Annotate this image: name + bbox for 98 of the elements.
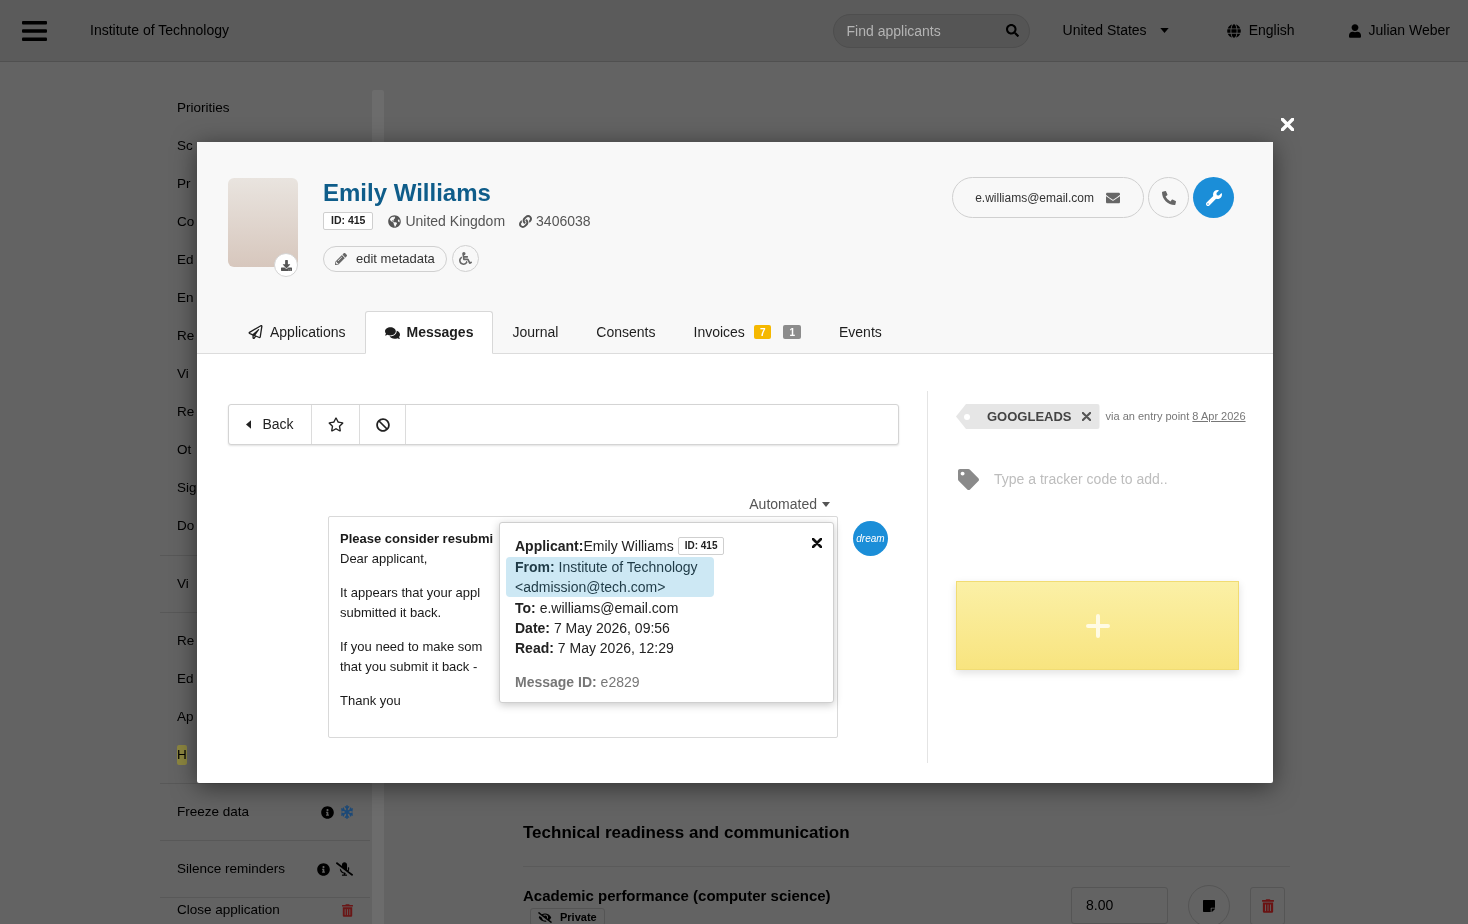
trash-icon[interactable] [342,903,353,917]
message-text: If you need to make som [340,638,483,656]
applicant-country: United Kingdom [405,211,506,231]
caret-left-icon [246,420,252,429]
pencil-icon [335,252,347,265]
tab[interactable]: Invoices 7 1 [674,311,820,353]
call-button[interactable] [1148,177,1189,218]
detail-line: To: e.williams@email.com [515,599,679,618]
phone-icon [1161,190,1176,205]
tag-icon [958,468,979,490]
sidebar-link[interactable]: Ed [177,669,194,689]
message-text: Dear applicant, [340,550,428,568]
close-icon[interactable] [1081,412,1091,421]
plus-icon [1085,613,1110,638]
tag-source-text: via an entry point 8 Apr 2026 [1105,409,1246,425]
info-icon[interactable] [317,862,330,876]
sidebar-link[interactable]: Ap [177,707,194,727]
sidebar-link[interactable]: Vi [177,364,189,384]
message-text: It appears that your appl [340,584,481,602]
sidebar-link[interactable]: Sig [177,478,197,498]
sidebar-link[interactable]: En [177,288,194,308]
tracker-code-input[interactable]: Type a tracker code to add.. [994,468,1234,490]
eye-slash-icon [538,911,552,923]
count-badge: 1 [783,325,801,339]
message-subject: Please consider resubmi [340,530,494,548]
sidebar-link[interactable]: Priorities [177,98,230,118]
sidebar-link[interactable]: H [177,745,187,765]
close-icon[interactable] [812,538,822,548]
id-badge: ID: 415 [323,212,374,230]
user-icon [1348,23,1361,38]
paper-plane-icon [248,325,263,339]
date-link[interactable]: 8 Apr 2026 [1192,410,1246,423]
applicant-line: Applicant:Emily Williams [515,537,674,556]
prohibited-icon [375,417,390,432]
message-id: Message ID: e2829 [515,673,640,692]
count-badge: 7 [753,325,772,339]
edit-metadata-button[interactable]: edit metadata [323,245,447,272]
microphone-slash-icon[interactable] [336,862,353,876]
sidebar-action[interactable]: Freeze data [177,802,250,822]
sidebar-link[interactable]: Re [177,631,195,651]
sender-logo: dream [853,521,888,556]
section-title: Technical readiness and communication [523,822,851,844]
search-icon [1005,23,1019,37]
tab[interactable]: Events [820,311,901,353]
criterion-title: Academic performance (computer science) [523,886,831,906]
sidebar-action[interactable]: Close application [177,900,280,920]
globe-icon [388,214,402,228]
language-button[interactable]: English [1226,20,1295,41]
sidebar-link[interactable]: Re [177,326,195,346]
sidebar-link[interactable]: Co [177,212,195,232]
country-dropdown[interactable]: United States [1062,20,1169,41]
wrench-icon [1205,189,1222,206]
delete-button[interactable] [1250,887,1285,924]
sticky-note-icon [1203,899,1215,913]
institution-name: Institute of Technology [90,21,230,40]
message-text: submitted it back. [340,604,442,622]
sidebar-link[interactable]: Sc [177,136,193,156]
speech-bubbles-icon [384,325,400,340]
envelope-icon [1105,190,1121,205]
link-icon [519,214,533,228]
download-icon [280,259,292,271]
download-photo-button[interactable] [274,253,298,277]
sidebar-link[interactable]: Pr [177,174,191,194]
detail-line: Read: 7 May 2026, 12:29 [515,639,674,658]
sidebar-link[interactable]: Vi [177,574,189,594]
tab[interactable]: Messages [364,311,494,354]
info-icon[interactable] [321,805,334,819]
user-menu-button[interactable]: Julian Weber [1348,20,1450,41]
caret-down-icon [1159,28,1169,33]
sidebar-link[interactable]: Ed [177,250,194,270]
globe-icon [1226,23,1241,38]
settings-button[interactable] [1193,177,1234,218]
detail-line: Date: 7 May 2026, 09:56 [515,619,670,638]
tag-hole-icon [964,413,970,420]
id-badge: ID: 415 [677,537,725,555]
menu-icon[interactable] [22,20,47,41]
score-field[interactable]: 8.00 [1071,887,1168,924]
trash-icon [1261,899,1274,913]
caret-down-icon [822,501,830,507]
tracker-code: GOOGLEADS [987,407,1072,426]
tab[interactable]: Consents [577,311,675,353]
email-button[interactable]: e.williams@email.com [952,177,1144,218]
sidebar-link[interactable]: Ot [177,440,192,460]
visibility-badge: Private [530,908,605,924]
category-dropdown[interactable]: Automated [749,494,830,514]
sidebar-link[interactable]: Do [177,516,195,536]
tab[interactable]: Journal [493,311,578,353]
applicant-reference: 3406038 [536,211,591,231]
search-field[interactable]: Find applicants [832,13,1030,48]
sidebar-action[interactable]: Silence reminders [177,859,286,879]
sidebar-link[interactable]: Re [177,402,195,422]
applicant-name: Emily Williams [323,178,492,208]
tab[interactable]: Applications [229,311,365,353]
message-text: Thank you [340,692,401,710]
back-button[interactable]: Back [229,405,312,444]
wheelchair-icon [458,252,472,265]
message-text: that you submit it back - [340,658,478,676]
star-icon [327,417,344,432]
